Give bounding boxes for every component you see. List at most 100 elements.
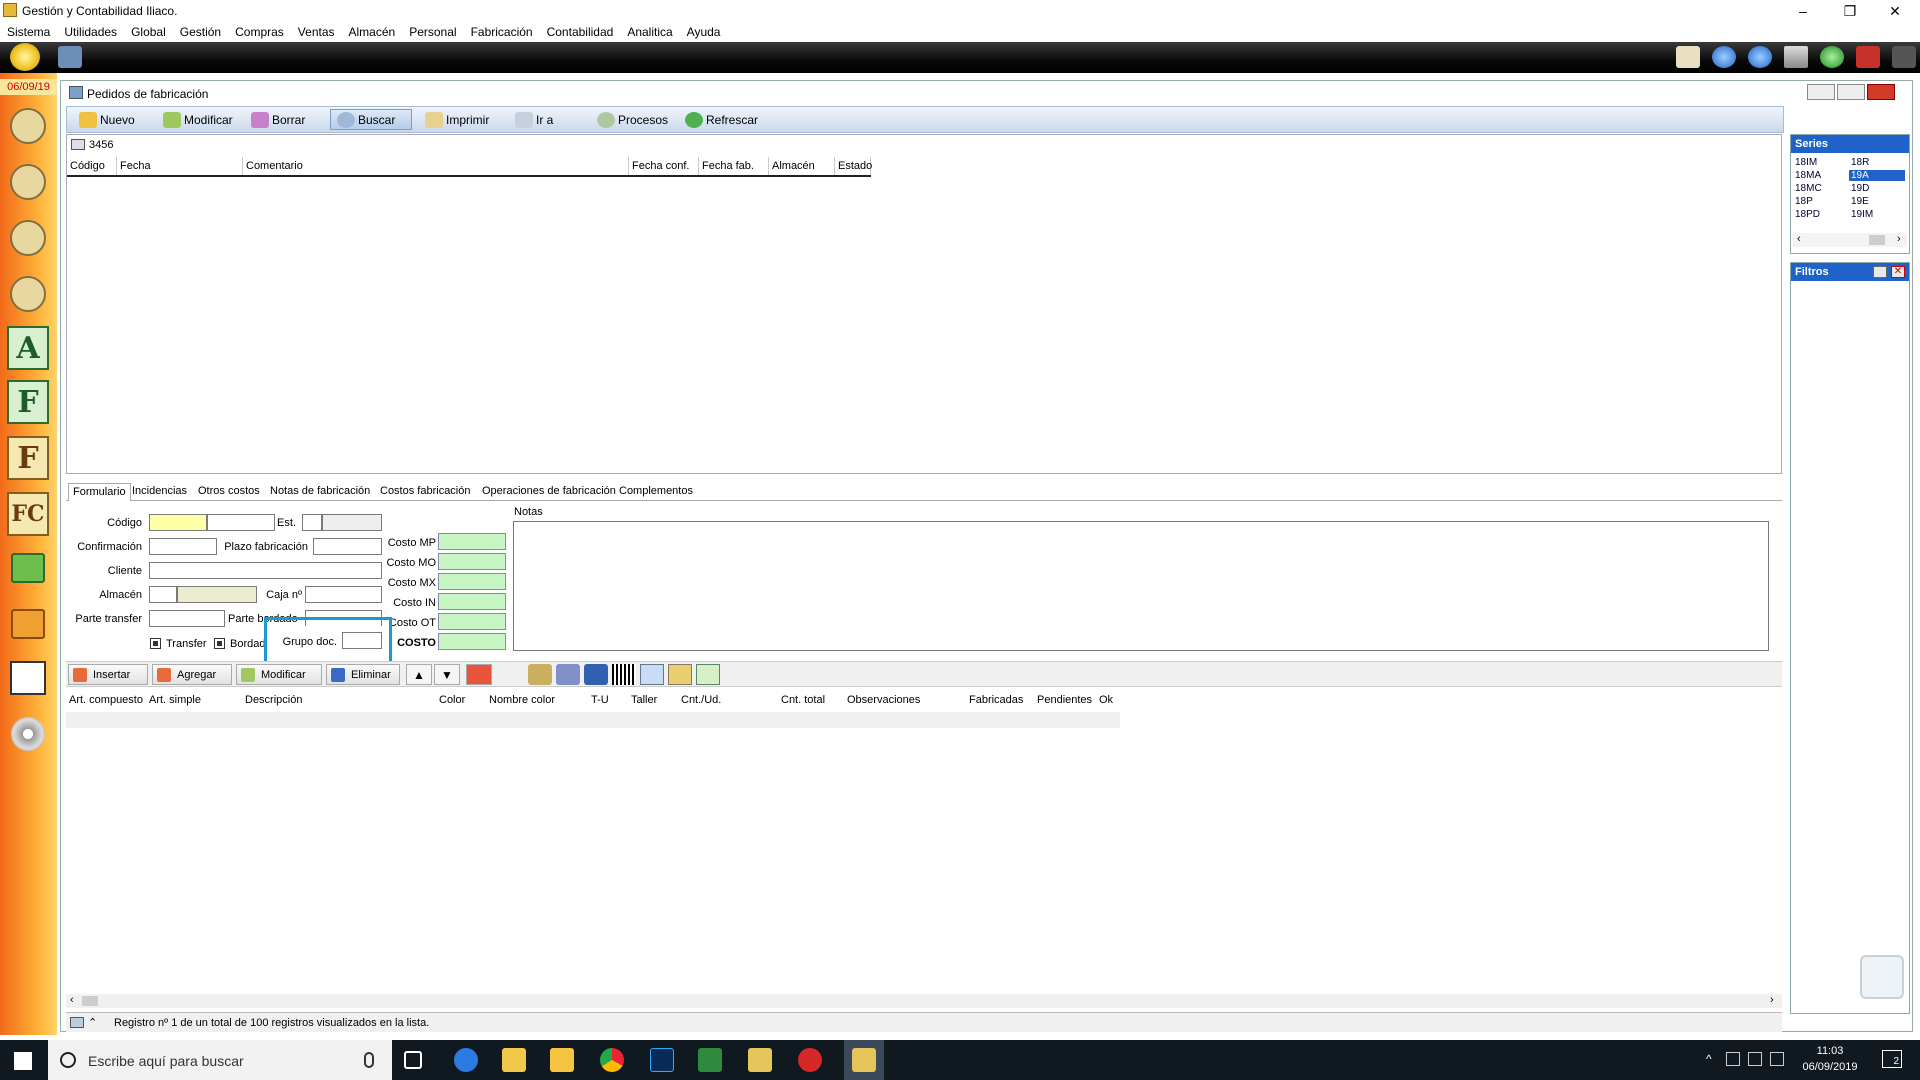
est-code-field[interactable]: [302, 514, 322, 531]
plazo-field[interactable]: [313, 538, 382, 555]
procesos-button[interactable]: Procesos: [591, 109, 677, 130]
confirmacion-field[interactable]: [149, 538, 217, 555]
excel-icon[interactable]: [698, 1048, 722, 1072]
transfer-checkbox[interactable]: [150, 638, 161, 649]
codigo-serie-field[interactable]: [149, 514, 207, 531]
col-ok[interactable]: Ok: [1096, 694, 1120, 710]
col-pendientes[interactable]: Pendientes: [1034, 694, 1096, 710]
menu-almacen[interactable]: Almacén: [342, 22, 403, 39]
tab-otros-costos[interactable]: Otros costos: [194, 483, 264, 501]
disc-icon[interactable]: [7, 712, 49, 756]
menu-compras[interactable]: Compras: [228, 22, 291, 39]
nuevo-button[interactable]: Nuevo: [73, 109, 153, 130]
menu-gestion[interactable]: Gestión: [173, 22, 228, 39]
image-icon[interactable]: [668, 664, 692, 685]
col-fecha[interactable]: Fecha: [117, 157, 243, 175]
col-fabricadas[interactable]: Fabricadas: [966, 694, 1034, 710]
restore-button[interactable]: ❐: [1827, 0, 1873, 22]
article-search-icon[interactable]: [528, 664, 552, 685]
col-fecha-conf[interactable]: Fecha conf.: [629, 157, 699, 175]
codigo-number-field[interactable]: [207, 514, 275, 531]
notas-textarea[interactable]: [513, 521, 1769, 651]
serie-item-selected[interactable]: 19A: [1849, 170, 1905, 181]
menu-sistema[interactable]: Sistema: [0, 22, 57, 39]
horizontal-scrollbar[interactable]: ‹ ›: [66, 994, 1782, 1008]
menu-ventas[interactable]: Ventas: [291, 22, 342, 39]
scroll-left-icon[interactable]: ‹: [1797, 233, 1801, 245]
shopping-bag-green-icon[interactable]: [7, 546, 49, 590]
col-almacen[interactable]: Almacén: [769, 157, 835, 175]
user-icon[interactable]: [7, 160, 49, 204]
network-icon[interactable]: [1748, 1052, 1762, 1066]
task-view-icon[interactable]: [404, 1051, 422, 1069]
chrome-icon[interactable]: [600, 1048, 624, 1072]
agregar-button[interactable]: Agregar: [152, 664, 232, 685]
col-fecha-fab[interactable]: Fecha fab.: [699, 157, 769, 175]
refrescar-button[interactable]: Refrescar: [679, 109, 769, 130]
ledger-icon[interactable]: [7, 656, 49, 700]
spreadsheet-icon[interactable]: [696, 664, 720, 685]
cliente-field[interactable]: [149, 562, 382, 579]
forward-arrow-icon[interactable]: [1748, 46, 1772, 68]
scroll-right-icon[interactable]: ›: [1897, 233, 1901, 245]
component-icon[interactable]: [556, 664, 580, 685]
eliminar-button[interactable]: Eliminar: [326, 664, 400, 685]
col-estado[interactable]: Estado: [835, 157, 872, 175]
table-row[interactable]: [66, 712, 1120, 728]
invoice-concept-icon[interactable]: FC: [7, 492, 49, 536]
scroll-thumb[interactable]: [82, 996, 98, 1006]
imprimir-button[interactable]: Imprimir: [419, 109, 507, 130]
tab-costos-fabricacion[interactable]: Costos fabricación: [376, 483, 475, 501]
volume-icon[interactable]: [1770, 1052, 1784, 1066]
tab-formulario[interactable]: Formulario: [68, 483, 131, 501]
col-descripcion[interactable]: Descripción: [242, 694, 436, 710]
move-down-icon[interactable]: ▼: [434, 664, 460, 685]
insertar-button[interactable]: Insertar: [68, 664, 148, 685]
filter-pin-icon[interactable]: [1873, 266, 1887, 278]
scroll-left-icon[interactable]: ‹: [70, 994, 74, 1006]
minimize-button[interactable]: –: [1780, 0, 1826, 22]
module-icon[interactable]: [58, 46, 82, 68]
menu-fabricacion[interactable]: Fabricación: [464, 22, 540, 39]
col-codigo[interactable]: Código: [67, 157, 117, 175]
window-list-icon[interactable]: [1784, 46, 1808, 68]
articles-icon[interactable]: A: [7, 326, 49, 370]
tools-icon[interactable]: [1892, 46, 1916, 68]
ir-a-button[interactable]: Ir a: [509, 109, 589, 130]
notification-icon[interactable]: 2: [1882, 1050, 1902, 1068]
bordado-checkbox[interactable]: [214, 638, 225, 649]
serie-item[interactable]: 18IM: [1795, 157, 1817, 168]
collapse-icon[interactable]: ⌃: [88, 1016, 97, 1029]
serie-item[interactable]: 18PD: [1795, 209, 1820, 220]
col-color[interactable]: Color: [436, 694, 486, 710]
col-cnt-total[interactable]: Cnt. total: [778, 694, 844, 710]
col-nombre-color[interactable]: Nombre color: [486, 694, 588, 710]
agent-icon[interactable]: [7, 272, 49, 316]
tab-complementos[interactable]: Complementos: [615, 483, 697, 501]
serie-item[interactable]: 19E: [1851, 196, 1869, 207]
series-scrollbar[interactable]: ‹ ›: [1793, 233, 1907, 247]
provider-icon[interactable]: [7, 216, 49, 260]
tab-incidencias[interactable]: Incidencias: [128, 483, 191, 501]
folder-icon[interactable]: [550, 1048, 574, 1072]
menu-analitica[interactable]: Analitica: [620, 22, 679, 39]
close-button[interactable]: ✕: [1872, 0, 1918, 22]
home-orb-icon[interactable]: [10, 43, 40, 71]
photoshop-icon[interactable]: [650, 1048, 674, 1072]
parte-transfer-field[interactable]: [149, 610, 225, 627]
tab-notas-fabricacion[interactable]: Notas de fabricación: [266, 483, 374, 501]
serie-item[interactable]: 18R: [1851, 157, 1869, 168]
search-input[interactable]: [89, 137, 289, 152]
mail-icon[interactable]: [1676, 46, 1700, 68]
help-icon[interactable]: [1820, 46, 1844, 68]
tray-app-icon[interactable]: [1726, 1052, 1740, 1066]
borrar-button[interactable]: Borrar: [245, 109, 325, 130]
menu-ayuda[interactable]: Ayuda: [680, 22, 728, 39]
document-minimize-button[interactable]: [1807, 84, 1835, 100]
menu-personal[interactable]: Personal: [402, 22, 463, 39]
purchase-invoices-icon[interactable]: F: [7, 436, 49, 480]
col-art-compuesto[interactable]: Art. compuesto: [66, 694, 146, 710]
col-taller[interactable]: Taller: [628, 694, 678, 710]
serie-item[interactable]: 19D: [1851, 183, 1869, 194]
col-observaciones[interactable]: Observaciones: [844, 694, 966, 710]
